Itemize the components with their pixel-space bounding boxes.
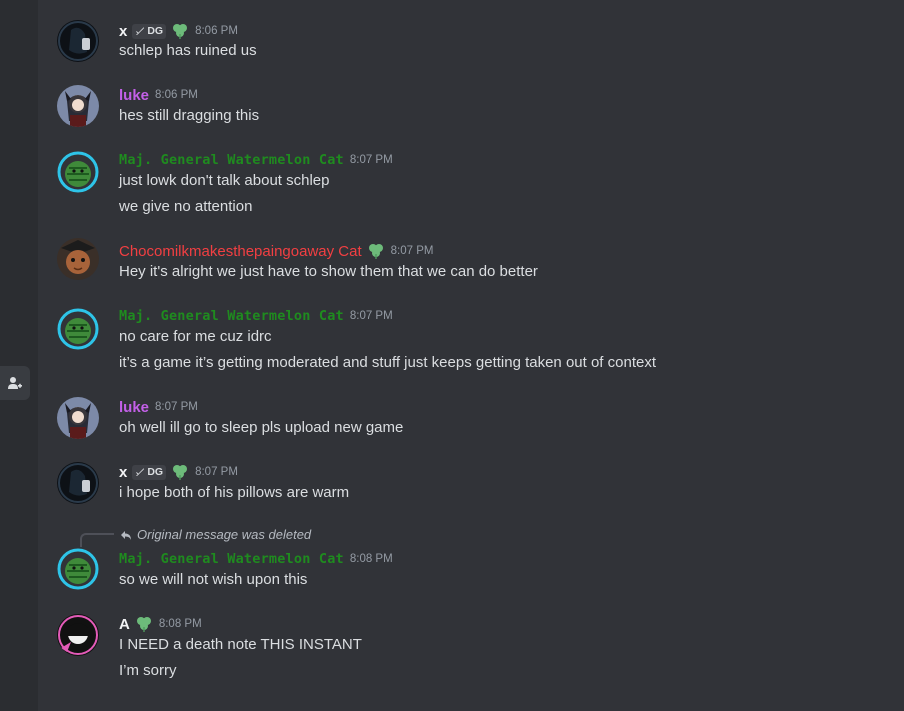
reply-text: Original message was deleted — [137, 527, 312, 542]
clover-role-icon[interactable] — [135, 615, 153, 633]
avatar[interactable] — [57, 462, 99, 504]
message-text: schlep has ruined us — [119, 42, 257, 59]
avatar[interactable] — [57, 548, 99, 590]
message-text: Hey it's alright we just have to show th… — [119, 263, 538, 280]
avatar[interactable] — [57, 238, 99, 280]
author-name[interactable]: x — [119, 464, 127, 481]
timestamp[interactable]: 8:07 PM — [195, 466, 238, 478]
sword-icon — [136, 468, 145, 476]
timestamp[interactable]: 8:06 PM — [195, 25, 238, 37]
message-text: hes still dragging this — [119, 107, 260, 124]
clan-tag[interactable]: DG — [132, 23, 167, 39]
message-text: we give no attention — [119, 198, 253, 215]
reply-reference[interactable]: Original message was deleted — [120, 527, 311, 542]
member-list-toggle[interactable] — [0, 366, 30, 400]
server-sidebar — [0, 0, 38, 711]
author-name[interactable]: Maj. General Watermelon Cat — [119, 152, 344, 168]
clover-role-icon[interactable] — [367, 242, 385, 260]
sword-icon — [136, 27, 145, 35]
clan-tag-label: DG — [147, 466, 164, 478]
message-text: I’m sorry — [119, 662, 177, 679]
author-name[interactable]: luke — [119, 399, 149, 416]
message-text: it’s a game it’s getting moderated and s… — [119, 354, 657, 371]
reply-connector — [80, 533, 114, 547]
author-name[interactable]: Chocomilkmakesthepaingoaway Cat — [119, 243, 362, 260]
author-name[interactable]: luke — [119, 87, 149, 104]
reply-arrow-icon — [121, 530, 131, 540]
timestamp[interactable]: 8:08 PM — [159, 618, 202, 630]
message-text: I NEED a death note THIS INSTANT — [119, 636, 362, 653]
person-add-icon — [8, 377, 22, 389]
avatar[interactable] — [57, 151, 99, 193]
clan-tag[interactable]: DG — [132, 464, 167, 480]
clover-role-icon[interactable] — [171, 22, 189, 40]
author-name[interactable]: Maj. General Watermelon Cat — [119, 551, 344, 567]
timestamp[interactable]: 8:07 PM — [391, 245, 434, 257]
clan-tag-label: DG — [147, 25, 164, 37]
avatar[interactable] — [57, 614, 99, 656]
timestamp[interactable]: 8:06 PM — [155, 89, 198, 101]
message-text: i hope both of his pillows are warm — [119, 484, 350, 501]
author-name[interactable]: x — [119, 23, 127, 40]
avatar[interactable] — [57, 20, 99, 62]
timestamp[interactable]: 8:08 PM — [350, 553, 393, 565]
message-text: just lowk don't talk about schlep — [119, 172, 330, 189]
timestamp[interactable]: 8:07 PM — [155, 401, 198, 413]
timestamp[interactable]: 8:07 PM — [350, 154, 393, 166]
avatar[interactable] — [57, 397, 99, 439]
clover-role-icon[interactable] — [171, 463, 189, 481]
message-text: no care for me cuz idrc — [119, 328, 272, 345]
author-name[interactable]: A — [119, 616, 130, 633]
timestamp[interactable]: 8:07 PM — [350, 310, 393, 322]
avatar[interactable] — [57, 85, 99, 127]
message-text: oh well ill go to sleep pls upload new g… — [119, 419, 404, 436]
author-name[interactable]: Maj. General Watermelon Cat — [119, 308, 344, 324]
message-text: so we will not wish upon this — [119, 571, 308, 588]
avatar[interactable] — [57, 308, 99, 350]
